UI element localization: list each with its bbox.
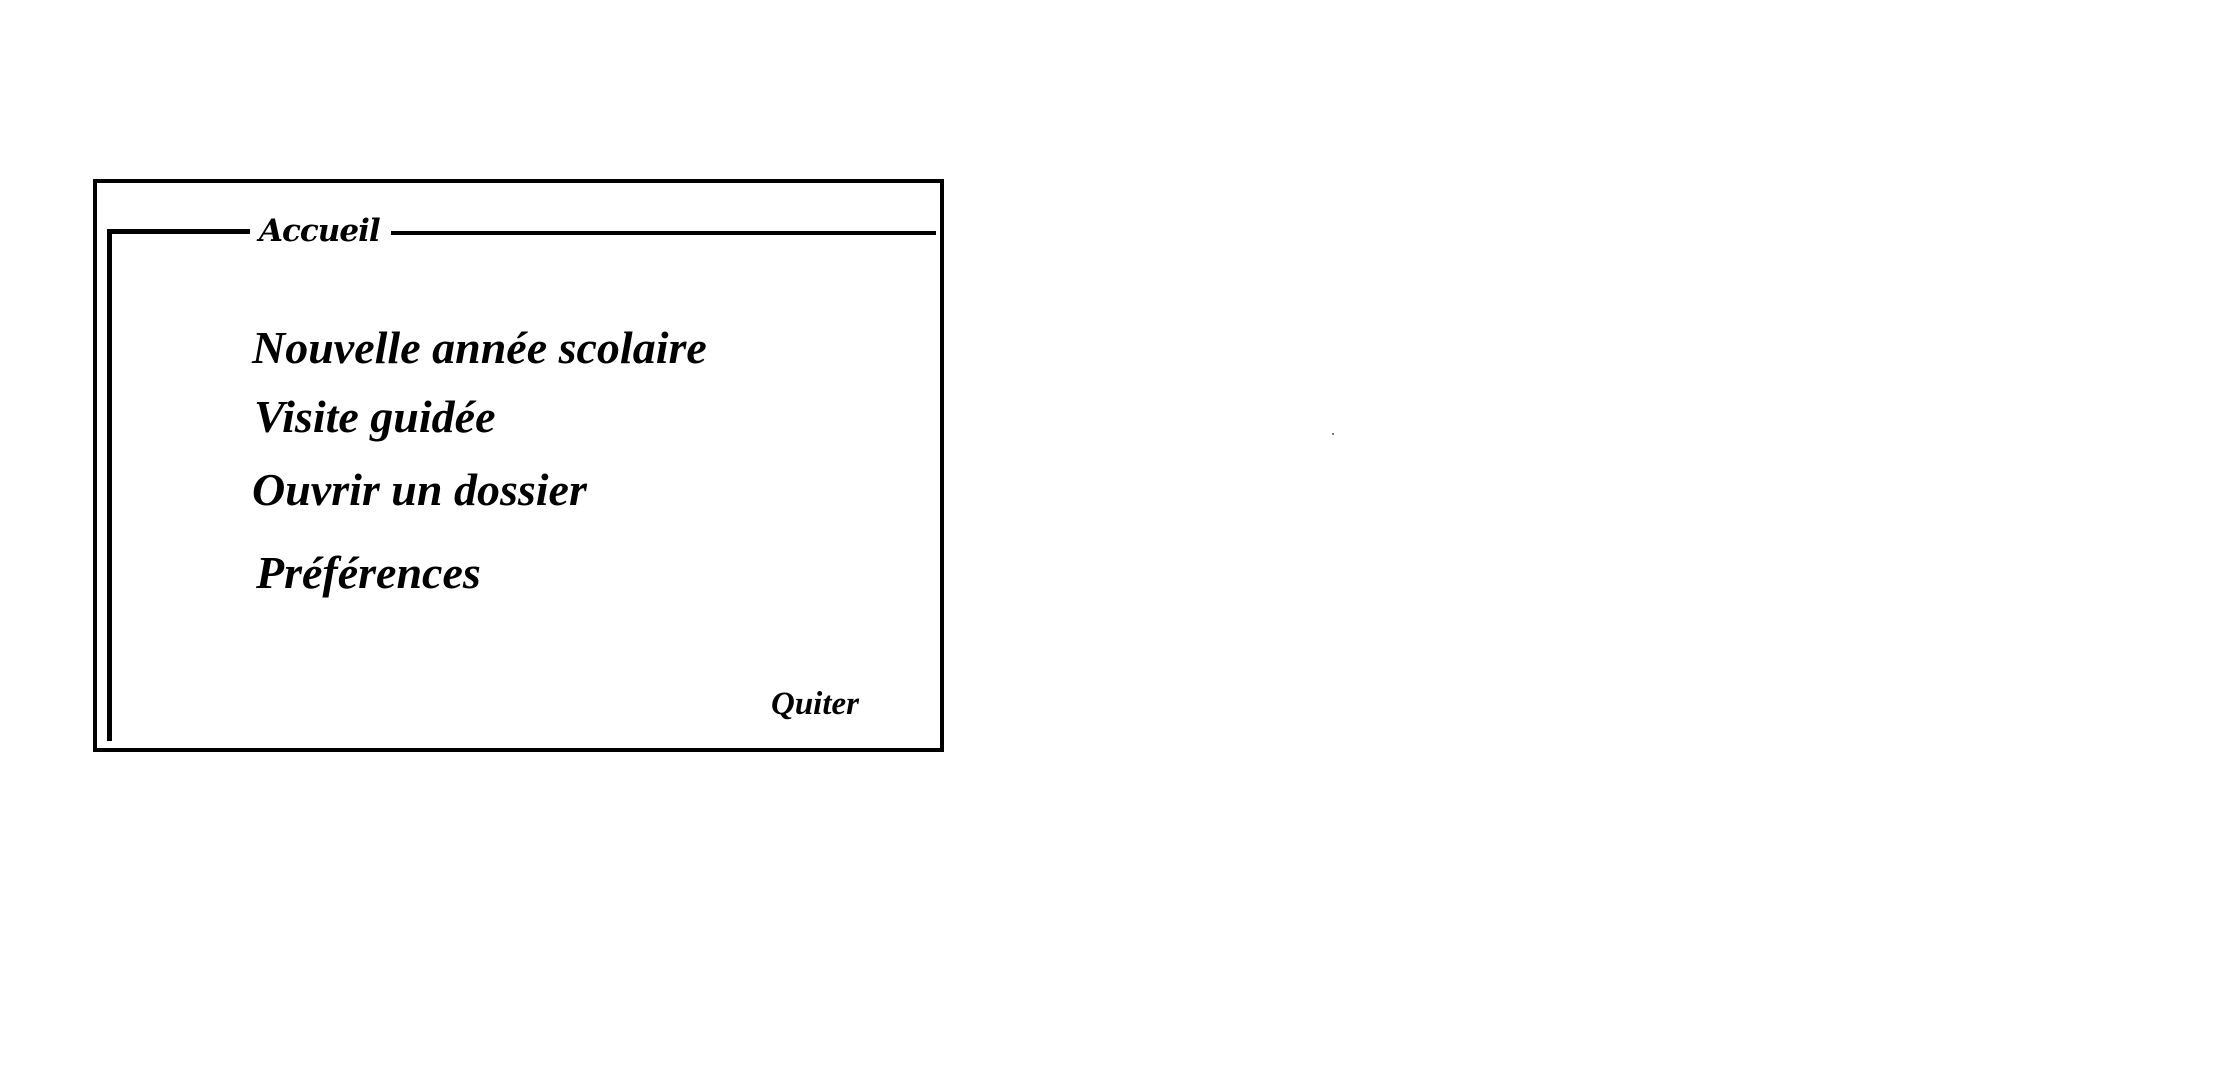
- menu-item-guided-tour[interactable]: Visite guidée: [254, 388, 496, 446]
- menu-item-preferences[interactable]: Préférences: [256, 544, 481, 602]
- menu-item-open-folder[interactable]: Ouvrir un dossier: [252, 461, 587, 519]
- quit-button[interactable]: Quiter: [771, 683, 859, 725]
- home-panel: Accueil Nouvelle année scolaire Visite g…: [93, 179, 944, 752]
- home-menu: Nouvelle année scolaire Visite guidée Ou…: [252, 183, 902, 748]
- stray-dot: [1332, 433, 1334, 435]
- frame-top-left-line: [107, 229, 250, 234]
- frame-left-line: [107, 229, 112, 741]
- menu-item-new-school-year[interactable]: Nouvelle année scolaire: [252, 319, 707, 377]
